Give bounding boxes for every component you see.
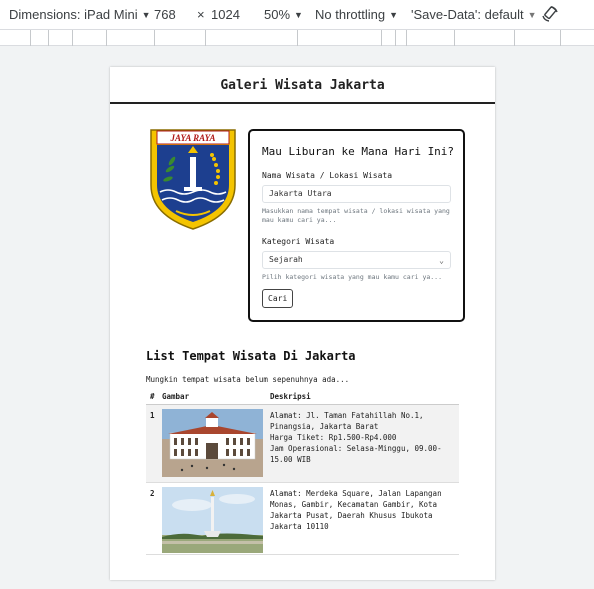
name-input[interactable]: Jakarta Utara: [262, 185, 451, 203]
media-query-ruler[interactable]: [0, 29, 594, 46]
throttling-label: No throttling: [315, 7, 386, 22]
device-label: Dimensions: iPad Mini: [9, 7, 138, 22]
table-row: 2 Alamat: Merdeka Square, Jalan Lapangan…: [146, 483, 459, 555]
row-description: Alamat: Merdeka Square, Jalan Lapangan M…: [270, 488, 455, 532]
description-text: Alamat: Merdeka Square, Jalan Lapangan M…: [270, 489, 447, 531]
zoom-selector[interactable]: 50% ▼: [264, 7, 303, 22]
destinations-table: # Gambar Deskripsi 1 Alamat: Jl. Taman F…: [146, 389, 459, 555]
description-text: Alamat: Jl. Taman Fatahillah No.1, Pinan…: [270, 411, 442, 464]
category-hint: Pilih kategori wisata yang mau kamu cari…: [262, 273, 443, 281]
device-selector[interactable]: Dimensions: iPad Mini ▼: [9, 7, 151, 22]
chevron-down-icon: ▼: [389, 10, 399, 20]
table-row: 1 Alamat: Jl. Taman Fatahillah No.1, Pin…: [146, 405, 459, 483]
row-description: Alamat: Jl. Taman Fatahillah No.1, Pinan…: [270, 410, 455, 465]
jakarta-logo: JAYA RAYA: [148, 127, 238, 231]
search-button[interactable]: Cari: [262, 289, 294, 308]
save-data-selector[interactable]: 'Save-Data': default ▼: [411, 7, 537, 22]
list-note: Mungkin tempat wisata belum sepenuhnya a…: [146, 375, 350, 384]
monas-photo: [162, 487, 263, 553]
category-label: Kategori Wisata: [262, 237, 335, 246]
rotate-icon[interactable]: [541, 5, 559, 26]
table-header: # Gambar Deskripsi: [146, 389, 459, 405]
chevron-down-icon: ▼: [141, 10, 151, 20]
name-label: Nama Wisata / Lokasi Wisata: [262, 171, 393, 180]
save-data-label: 'Save-Data': default: [411, 7, 524, 22]
category-select[interactable]: Sejarah ⌄: [262, 251, 451, 269]
width-field[interactable]: 768: [154, 7, 176, 22]
category-value: Sejarah: [269, 255, 303, 264]
chevron-down-icon: ▼: [527, 10, 537, 20]
header-num: #: [150, 392, 155, 401]
list-title: List Tempat Wisata Di Jakarta: [146, 349, 356, 363]
device-viewport: Galeri Wisata Jakarta JAYA RAYA Mau Libu…: [110, 67, 495, 580]
header-description: Deskripsi: [270, 392, 311, 401]
chevron-down-icon: ⌄: [439, 256, 444, 265]
chevron-down-icon: ▼: [294, 10, 303, 20]
page-title: Galeri Wisata Jakarta: [110, 67, 495, 104]
row-number: 1: [150, 411, 155, 420]
row-number: 2: [150, 489, 155, 498]
svg-text:JAYA RAYA: JAYA RAYA: [170, 133, 216, 143]
times-icon: ×: [197, 7, 205, 22]
height-field[interactable]: 1024: [211, 7, 240, 22]
name-hint: Masukkan nama tempat wisata / lokasi wis…: [262, 207, 450, 224]
devtools-device-toolbar: Dimensions: iPad Mini ▼ 768 × 1024 50% ▼ N…: [0, 0, 594, 29]
throttling-selector[interactable]: No throttling ▼: [315, 7, 398, 22]
search-form: Mau Liburan ke Mana Hari Ini? Nama Wisat…: [248, 129, 465, 322]
zoom-label: 50%: [264, 7, 291, 22]
museum-photo: [162, 409, 263, 477]
header-image: Gambar: [162, 392, 190, 401]
form-heading: Mau Liburan ke Mana Hari Ini?: [262, 145, 455, 158]
